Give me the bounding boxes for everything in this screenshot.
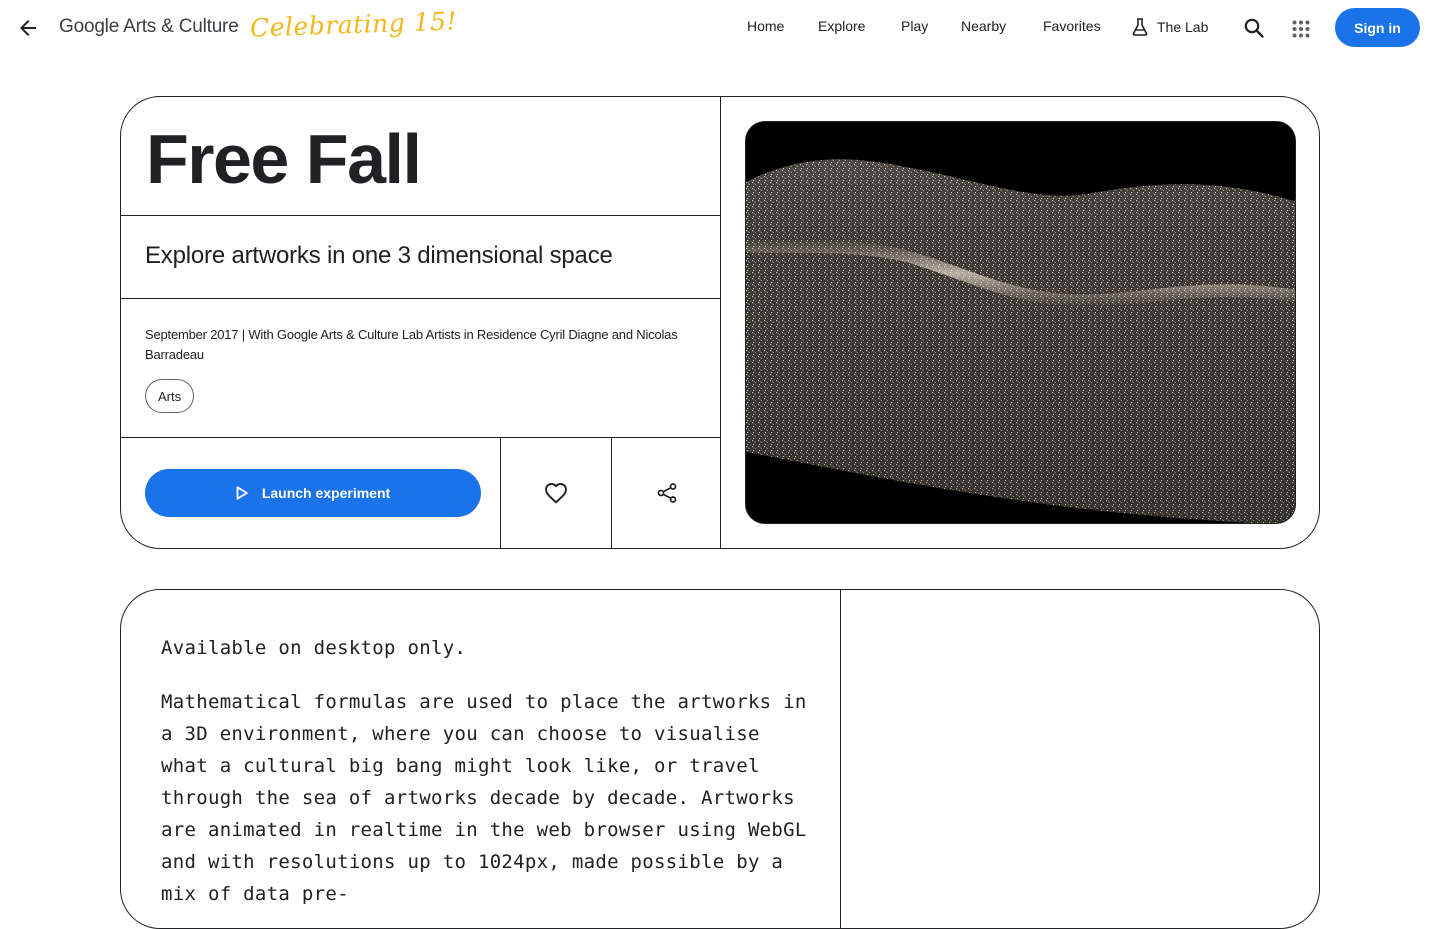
apps-grid-icon: [1292, 20, 1310, 38]
top-bar: Google Arts & Culture Celebrating 15! Ho…: [0, 0, 1440, 56]
description-text: Mathematical formulas are used to place …: [161, 691, 807, 905]
celebrating-badge[interactable]: Celebrating 15!: [250, 6, 458, 42]
share-icon: [657, 483, 676, 503]
meta-cell: September 2017 | With Google Arts & Cult…: [121, 299, 721, 438]
description-card: Available on desktop only. Mathematical …: [120, 589, 1320, 929]
nav-the-lab-label: The Lab: [1157, 19, 1209, 35]
nav-the-lab[interactable]: The Lab: [1132, 18, 1208, 36]
category-chip[interactable]: Arts: [145, 379, 195, 413]
search-icon: [1244, 18, 1264, 38]
availability-note: Available on desktop only.: [161, 637, 467, 659]
description-panel: Available on desktop only. Mathematical …: [121, 590, 841, 928]
subtitle-cell: Explore artworks in one 3 dimensional sp…: [121, 216, 721, 299]
favorite-button[interactable]: [501, 438, 612, 548]
nav-explore[interactable]: Explore: [818, 18, 865, 34]
share-button[interactable]: [612, 438, 721, 548]
page-title: Free Fall: [146, 120, 422, 198]
hero-info-panel: Free Fall Explore artworks in one 3 dime…: [121, 97, 721, 548]
search-button[interactable]: [1236, 10, 1272, 46]
heart-icon: [545, 483, 567, 504]
particle-wave-illustration: [746, 122, 1295, 523]
page-subtitle: Explore artworks in one 3 dimensional sp…: [145, 242, 613, 269]
nav-play[interactable]: Play: [901, 18, 928, 34]
experiment-meta: September 2017 | With Google Arts & Cult…: [145, 327, 678, 362]
title-cell: Free Fall: [121, 97, 721, 216]
brand-logo[interactable]: Google Arts & Culture: [59, 16, 239, 38]
nav-favorites[interactable]: Favorites: [1043, 18, 1101, 34]
action-row: Launch experiment: [121, 438, 721, 548]
back-button[interactable]: [10, 10, 46, 46]
nav-nearby[interactable]: Nearby: [961, 18, 1006, 34]
sign-in-button[interactable]: Sign in: [1335, 8, 1420, 47]
launch-cell: Launch experiment: [121, 438, 501, 548]
play-icon: [236, 486, 248, 500]
hero-card: Free Fall Explore artworks in one 3 dime…: [120, 96, 1320, 549]
arrow-left-icon: [20, 20, 36, 36]
hero-artwork-image: [745, 121, 1296, 524]
apps-button[interactable]: [1283, 11, 1319, 47]
launch-experiment-button[interactable]: Launch experiment: [145, 469, 481, 517]
launch-experiment-label: Launch experiment: [261, 485, 391, 501]
flask-icon: [1132, 18, 1148, 36]
nav-home[interactable]: Home: [747, 18, 784, 34]
